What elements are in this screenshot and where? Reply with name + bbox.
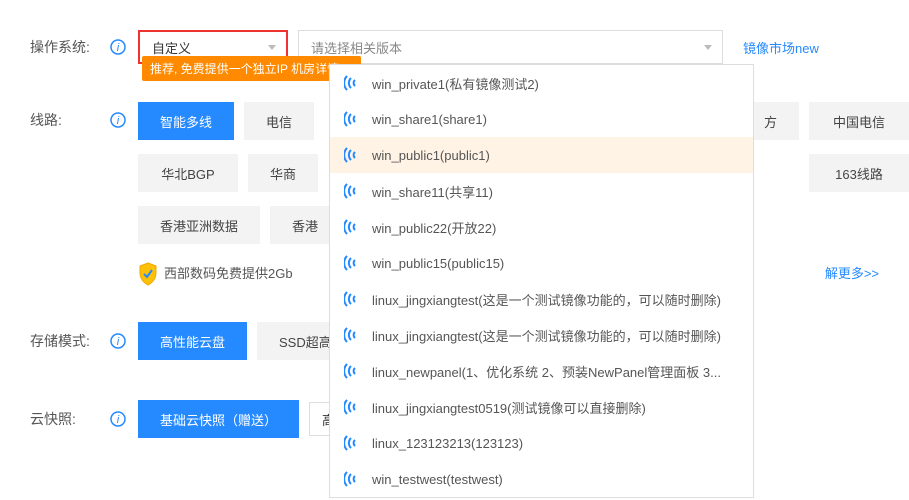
os-icon [344, 434, 362, 452]
dropdown-item[interactable]: win_public15(public15) [330, 245, 753, 281]
dropdown-item[interactable]: win_share1(share1) [330, 101, 753, 137]
line-btn-smart[interactable]: 智能多线 [138, 102, 234, 140]
dropdown-item[interactable]: win_testwest(testwest) [330, 461, 753, 497]
storage-btn-high-perf[interactable]: 高性能云盘 [138, 322, 247, 360]
dropdown-item-label: win_share1(share1) [372, 112, 487, 127]
snapshot-label: 云快照: [30, 409, 110, 429]
dropdown-item-label: linux_newpanel(1、优化系统 2、预装NewPanel管理面板 3… [372, 362, 721, 381]
os-version-placeholder: 请选择相关版本 [311, 38, 402, 57]
image-market-link[interactable]: 镜像市场new [743, 38, 819, 57]
os-icon [344, 110, 362, 128]
dropdown-item[interactable]: win_public22(开放22) [330, 209, 753, 245]
dropdown-item-label: linux_jingxiangtest(这是一个测试镜像功能的，可以随时删除) [372, 290, 721, 309]
dropdown-item-label: linux_jingxiangtest0519(测试镜像可以直接删除) [372, 398, 646, 417]
dropdown-item-label: win_public15(public15) [372, 256, 504, 271]
line-btn[interactable]: 华北BGP [138, 154, 238, 192]
learn-more-link[interactable]: 解更多>> [825, 263, 879, 282]
chevron-down-icon [704, 45, 712, 50]
info-icon: i [110, 333, 126, 349]
dropdown-item[interactable]: win_public1(public1) [330, 137, 753, 173]
os-icon [344, 254, 362, 272]
os-icon [344, 290, 362, 308]
dropdown-item[interactable]: linux_newpanel(1、优化系统 2、预装NewPanel管理面板 3… [330, 353, 753, 389]
line-label: 线路: [30, 102, 110, 130]
os-version-select[interactable]: 请选择相关版本 [298, 30, 723, 64]
dropdown-item[interactable]: win_share11(共享11) [330, 173, 753, 209]
os-icon [344, 146, 362, 164]
info-icon: i [110, 411, 126, 427]
dropdown-item[interactable]: win_private1(私有镜像测试2) [330, 65, 753, 101]
os-icon [344, 74, 362, 92]
os-icon [344, 182, 362, 200]
os-select-value: 自定义 [152, 38, 191, 57]
dropdown-item-label: win_private1(私有镜像测试2) [372, 74, 539, 93]
dropdown-item-label: win_public1(public1) [372, 148, 490, 163]
shield-icon [138, 262, 158, 282]
chevron-down-icon [268, 45, 276, 50]
os-icon [344, 218, 362, 236]
dropdown-item[interactable]: linux_jingxiangtest(这是一个测试镜像功能的，可以随时删除) [330, 317, 753, 353]
os-icon [344, 470, 362, 488]
line-btn[interactable]: 电信 [244, 102, 314, 140]
svg-text:i: i [117, 414, 120, 426]
line-btn[interactable]: 香港亚洲数据 [138, 206, 260, 244]
dropdown-item-label: linux_jingxiangtest(这是一个测试镜像功能的，可以随时删除) [372, 326, 721, 345]
os-label: 操作系统: [30, 37, 110, 57]
dropdown-item[interactable]: linux_jingxiangtest0519(测试镜像可以直接删除) [330, 389, 753, 425]
info-icon: i [110, 112, 126, 128]
version-dropdown-list: win_private1(私有镜像测试2) win_share1(share1)w… [329, 64, 754, 498]
line-btn[interactable]: 华商 [248, 154, 318, 192]
svg-text:i: i [117, 336, 120, 348]
line-btn[interactable]: 163线路 [809, 154, 909, 192]
os-icon [344, 362, 362, 380]
storage-label: 存储模式: [30, 331, 110, 351]
info-icon: i [110, 39, 126, 55]
svg-text:i: i [117, 115, 120, 127]
dropdown-item[interactable]: linux_123123213(123123) [330, 425, 753, 461]
dropdown-item-label: linux_123123213(123123) [372, 436, 523, 451]
svg-text:i: i [117, 42, 120, 54]
dropdown-item[interactable]: linux_jingxiangtest(这是一个测试镜像功能的，可以随时删除) [330, 281, 753, 317]
line-btn[interactable]: 中国电信 [809, 102, 909, 140]
os-icon [344, 398, 362, 416]
shield-text: 西部数码免费提供2Gb [164, 263, 293, 282]
dropdown-item-label: win_public22(开放22) [372, 218, 496, 237]
dropdown-item-label: win_share11(共享11) [372, 182, 493, 201]
os-icon [344, 326, 362, 344]
snapshot-btn-basic[interactable]: 基础云快照（赠送） [138, 400, 299, 438]
dropdown-item-label: win_testwest(testwest) [372, 472, 503, 487]
